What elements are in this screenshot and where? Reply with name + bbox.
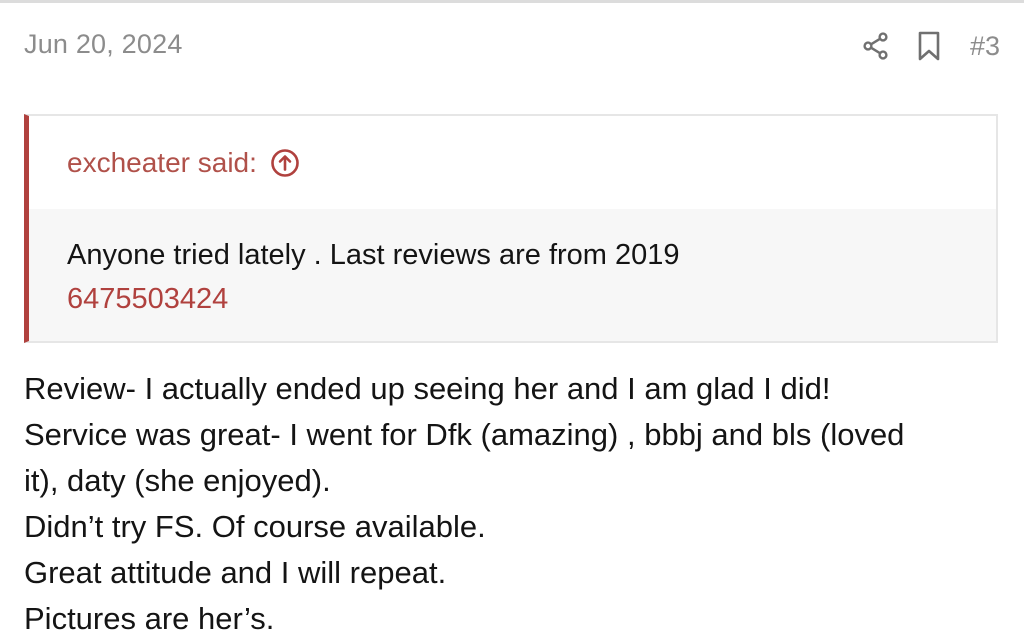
post-actions: #3 xyxy=(860,26,1000,66)
quote-text: Anyone tried lately . Last reviews are f… xyxy=(67,239,680,271)
quote-phone-link[interactable]: 6475503424 xyxy=(67,277,996,321)
post-text-line: Service was great- I went for Dfk (amazi… xyxy=(24,417,905,452)
bookmark-icon[interactable] xyxy=(914,28,944,64)
post-text-line: Pictures are her’s. xyxy=(24,601,275,636)
post-date[interactable]: Jun 20, 2024 xyxy=(24,29,183,60)
share-icon[interactable] xyxy=(860,28,892,64)
post-text-line: Review- I actually ended up seeing her a… xyxy=(24,371,831,406)
post-number-link[interactable]: #3 xyxy=(970,31,1000,62)
quote-content: Anyone tried lately . Last reviews are f… xyxy=(29,209,996,341)
post-text-line: Didn’t try FS. Of course available. xyxy=(24,509,486,544)
quote-block: excheater said: Anyone tried lately . La… xyxy=(24,114,998,343)
top-divider xyxy=(0,0,1024,3)
quote-header: excheater said: xyxy=(29,116,996,209)
post-text-line: it), daty (she enjoyed). xyxy=(24,463,331,498)
arrow-up-circle-icon[interactable] xyxy=(270,148,300,178)
post-text-line: Great attitude and I will repeat. xyxy=(24,555,447,590)
post-body: Review- I actually ended up seeing her a… xyxy=(24,366,1004,642)
quote-author[interactable]: excheater said: xyxy=(67,147,257,179)
